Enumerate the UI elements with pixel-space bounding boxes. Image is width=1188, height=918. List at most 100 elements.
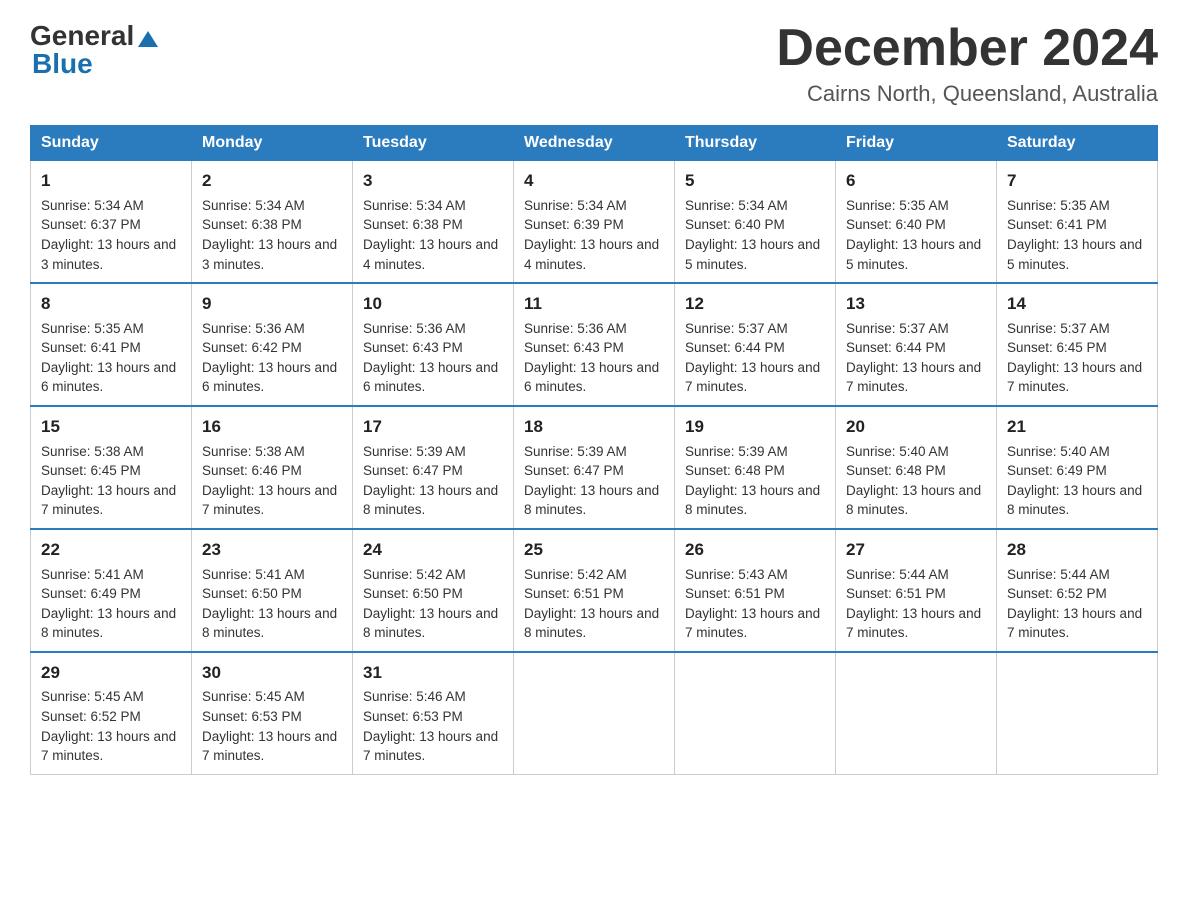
sunset-text: Sunset: 6:53 PM <box>202 709 302 724</box>
calendar-cell <box>836 652 997 774</box>
sunset-text: Sunset: 6:43 PM <box>524 340 624 355</box>
calendar-cell <box>997 652 1158 774</box>
day-number: 24 <box>363 538 503 563</box>
daylight-text: Daylight: 13 hours and 7 minutes. <box>846 360 981 395</box>
sunset-text: Sunset: 6:43 PM <box>363 340 463 355</box>
daylight-text: Daylight: 13 hours and 8 minutes. <box>41 606 176 641</box>
day-number: 7 <box>1007 169 1147 194</box>
day-number: 20 <box>846 415 986 440</box>
calendar-cell: 22 Sunrise: 5:41 AM Sunset: 6:49 PM Dayl… <box>31 529 192 652</box>
day-number: 13 <box>846 292 986 317</box>
day-number: 3 <box>363 169 503 194</box>
sunrise-text: Sunrise: 5:42 AM <box>363 567 466 582</box>
day-number: 30 <box>202 661 342 686</box>
sunrise-text: Sunrise: 5:37 AM <box>685 321 788 336</box>
calendar-cell: 19 Sunrise: 5:39 AM Sunset: 6:48 PM Dayl… <box>675 406 836 529</box>
col-header-wednesday: Wednesday <box>514 126 675 161</box>
sunrise-text: Sunrise: 5:34 AM <box>363 198 466 213</box>
calendar-week-row: 15 Sunrise: 5:38 AM Sunset: 6:45 PM Dayl… <box>31 406 1158 529</box>
sunset-text: Sunset: 6:46 PM <box>202 463 302 478</box>
sunrise-text: Sunrise: 5:39 AM <box>363 444 466 459</box>
sunset-text: Sunset: 6:52 PM <box>1007 586 1107 601</box>
calendar-cell: 2 Sunrise: 5:34 AM Sunset: 6:38 PM Dayli… <box>192 161 353 283</box>
sunrise-text: Sunrise: 5:35 AM <box>41 321 144 336</box>
calendar-cell: 23 Sunrise: 5:41 AM Sunset: 6:50 PM Dayl… <box>192 529 353 652</box>
sunrise-text: Sunrise: 5:44 AM <box>846 567 949 582</box>
sunrise-text: Sunrise: 5:37 AM <box>1007 321 1110 336</box>
daylight-text: Daylight: 13 hours and 7 minutes. <box>363 729 498 764</box>
day-number: 11 <box>524 292 664 317</box>
sunrise-text: Sunrise: 5:40 AM <box>1007 444 1110 459</box>
calendar-cell: 10 Sunrise: 5:36 AM Sunset: 6:43 PM Dayl… <box>353 283 514 406</box>
calendar-cell: 21 Sunrise: 5:40 AM Sunset: 6:49 PM Dayl… <box>997 406 1158 529</box>
day-number: 9 <box>202 292 342 317</box>
day-number: 14 <box>1007 292 1147 317</box>
col-header-friday: Friday <box>836 126 997 161</box>
sunrise-text: Sunrise: 5:41 AM <box>41 567 144 582</box>
sunrise-text: Sunrise: 5:36 AM <box>363 321 466 336</box>
daylight-text: Daylight: 13 hours and 8 minutes. <box>363 483 498 518</box>
daylight-text: Daylight: 13 hours and 7 minutes. <box>202 483 337 518</box>
sunset-text: Sunset: 6:42 PM <box>202 340 302 355</box>
sunrise-text: Sunrise: 5:36 AM <box>524 321 627 336</box>
day-number: 4 <box>524 169 664 194</box>
daylight-text: Daylight: 13 hours and 6 minutes. <box>202 360 337 395</box>
calendar-cell: 16 Sunrise: 5:38 AM Sunset: 6:46 PM Dayl… <box>192 406 353 529</box>
sunrise-text: Sunrise: 5:39 AM <box>685 444 788 459</box>
sunset-text: Sunset: 6:49 PM <box>41 586 141 601</box>
sunset-text: Sunset: 6:51 PM <box>846 586 946 601</box>
calendar-cell: 15 Sunrise: 5:38 AM Sunset: 6:45 PM Dayl… <box>31 406 192 529</box>
sunset-text: Sunset: 6:51 PM <box>685 586 785 601</box>
daylight-text: Daylight: 13 hours and 8 minutes. <box>846 483 981 518</box>
sunset-text: Sunset: 6:45 PM <box>1007 340 1107 355</box>
sunset-text: Sunset: 6:51 PM <box>524 586 624 601</box>
day-number: 16 <box>202 415 342 440</box>
calendar-cell: 1 Sunrise: 5:34 AM Sunset: 6:37 PM Dayli… <box>31 161 192 283</box>
sunrise-text: Sunrise: 5:37 AM <box>846 321 949 336</box>
sunrise-text: Sunrise: 5:35 AM <box>1007 198 1110 213</box>
daylight-text: Daylight: 13 hours and 3 minutes. <box>202 237 337 272</box>
calendar-cell: 13 Sunrise: 5:37 AM Sunset: 6:44 PM Dayl… <box>836 283 997 406</box>
daylight-text: Daylight: 13 hours and 8 minutes. <box>685 483 820 518</box>
daylight-text: Daylight: 13 hours and 8 minutes. <box>524 483 659 518</box>
calendar-cell: 8 Sunrise: 5:35 AM Sunset: 6:41 PM Dayli… <box>31 283 192 406</box>
calendar-cell: 9 Sunrise: 5:36 AM Sunset: 6:42 PM Dayli… <box>192 283 353 406</box>
daylight-text: Daylight: 13 hours and 5 minutes. <box>846 237 981 272</box>
daylight-text: Daylight: 13 hours and 6 minutes. <box>363 360 498 395</box>
sunset-text: Sunset: 6:49 PM <box>1007 463 1107 478</box>
sunrise-text: Sunrise: 5:40 AM <box>846 444 949 459</box>
daylight-text: Daylight: 13 hours and 7 minutes. <box>685 360 820 395</box>
calendar-cell: 3 Sunrise: 5:34 AM Sunset: 6:38 PM Dayli… <box>353 161 514 283</box>
calendar-cell: 20 Sunrise: 5:40 AM Sunset: 6:48 PM Dayl… <box>836 406 997 529</box>
sunrise-text: Sunrise: 5:43 AM <box>685 567 788 582</box>
day-number: 18 <box>524 415 664 440</box>
col-header-thursday: Thursday <box>675 126 836 161</box>
day-number: 2 <box>202 169 342 194</box>
sunrise-text: Sunrise: 5:46 AM <box>363 689 466 704</box>
sunrise-text: Sunrise: 5:42 AM <box>524 567 627 582</box>
sunrise-text: Sunrise: 5:38 AM <box>202 444 305 459</box>
day-number: 6 <box>846 169 986 194</box>
title-block: December 2024 Cairns North, Queensland, … <box>776 20 1158 107</box>
calendar-cell: 18 Sunrise: 5:39 AM Sunset: 6:47 PM Dayl… <box>514 406 675 529</box>
calendar-cell <box>514 652 675 774</box>
sunrise-text: Sunrise: 5:34 AM <box>41 198 144 213</box>
location-subtitle: Cairns North, Queensland, Australia <box>776 81 1158 107</box>
sunrise-text: Sunrise: 5:35 AM <box>846 198 949 213</box>
sunset-text: Sunset: 6:47 PM <box>363 463 463 478</box>
daylight-text: Daylight: 13 hours and 7 minutes. <box>41 729 176 764</box>
day-number: 25 <box>524 538 664 563</box>
daylight-text: Daylight: 13 hours and 8 minutes. <box>363 606 498 641</box>
sunset-text: Sunset: 6:47 PM <box>524 463 624 478</box>
sunset-text: Sunset: 6:53 PM <box>363 709 463 724</box>
daylight-text: Daylight: 13 hours and 5 minutes. <box>685 237 820 272</box>
sunset-text: Sunset: 6:52 PM <box>41 709 141 724</box>
daylight-text: Daylight: 13 hours and 7 minutes. <box>41 483 176 518</box>
calendar-week-row: 29 Sunrise: 5:45 AM Sunset: 6:52 PM Dayl… <box>31 652 1158 774</box>
day-number: 19 <box>685 415 825 440</box>
calendar-week-row: 8 Sunrise: 5:35 AM Sunset: 6:41 PM Dayli… <box>31 283 1158 406</box>
daylight-text: Daylight: 13 hours and 7 minutes. <box>846 606 981 641</box>
calendar-cell: 30 Sunrise: 5:45 AM Sunset: 6:53 PM Dayl… <box>192 652 353 774</box>
sunset-text: Sunset: 6:41 PM <box>41 340 141 355</box>
daylight-text: Daylight: 13 hours and 4 minutes. <box>524 237 659 272</box>
